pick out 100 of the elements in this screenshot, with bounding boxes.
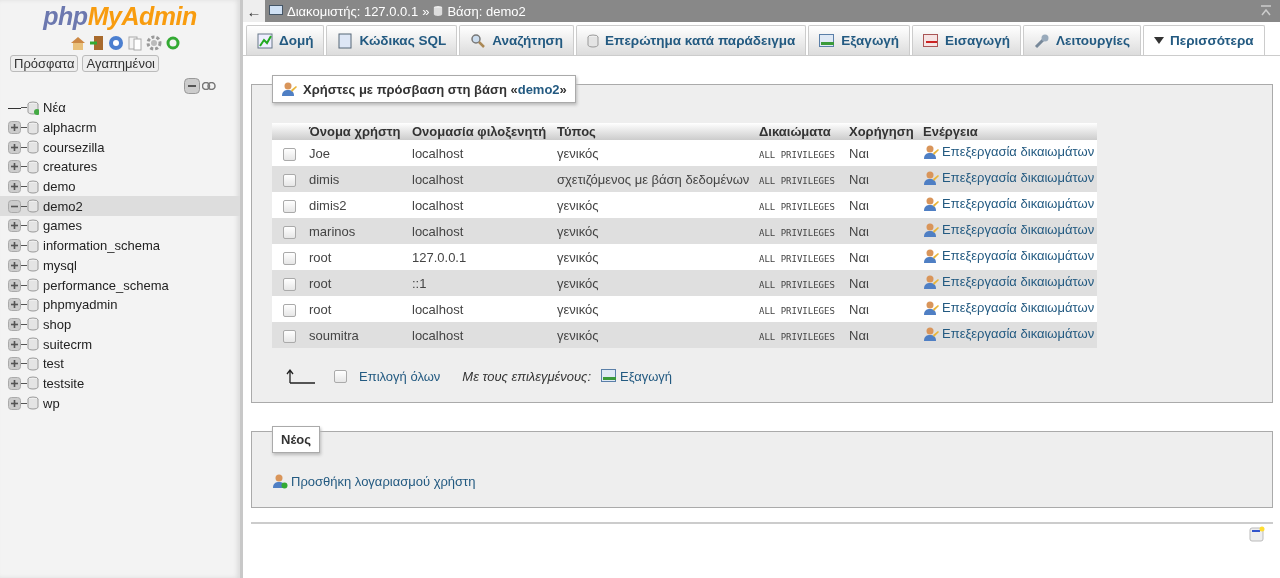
- database-icon: [27, 317, 39, 332]
- expand-icon[interactable]: [8, 396, 21, 410]
- edit-privileges-link[interactable]: Επεξεργασία δικαιωμάτων: [923, 247, 1095, 264]
- table-cell-text: Ναι: [848, 223, 870, 239]
- tree-item[interactable]: phpmyadmin: [0, 294, 240, 315]
- checkbox[interactable]: [283, 147, 296, 161]
- tree-label[interactable]: alphacrm: [43, 120, 97, 136]
- select-all-link[interactable]: Επιλογή όλων: [359, 368, 441, 384]
- tree-label[interactable]: suitecrm: [43, 336, 93, 352]
- expand-icon[interactable]: [8, 376, 21, 390]
- tree-item[interactable]: coursezilla: [0, 137, 240, 158]
- expand-icon[interactable]: [8, 140, 21, 154]
- tab[interactable]: Επερώτημα κατά παράδειγμα: [576, 25, 807, 55]
- tree-label[interactable]: demo2: [43, 198, 83, 214]
- edit-privileges-link[interactable]: Επεξεργασία δικαιωμάτων: [923, 221, 1095, 238]
- checkbox[interactable]: [283, 173, 296, 187]
- tree-item[interactable]: suitecrm: [0, 334, 240, 354]
- tree-item[interactable]: wp: [0, 393, 240, 413]
- collapse-icon[interactable]: [8, 199, 21, 213]
- tree-label[interactable]: performance_schema: [43, 277, 169, 293]
- window-icon[interactable]: [1249, 526, 1265, 542]
- tree-label[interactable]: information_schema: [43, 238, 161, 254]
- tree-label[interactable]: creatures: [43, 159, 98, 175]
- home-icon[interactable]: [69, 35, 86, 51]
- edit-privileges-link[interactable]: Επεξεργασία δικαιωμάτων: [923, 325, 1095, 342]
- link-icon[interactable]: [202, 82, 216, 90]
- tree-label[interactable]: mysql: [43, 257, 77, 273]
- tree-label[interactable]: games: [43, 218, 83, 234]
- tree-item[interactable]: games: [0, 216, 240, 236]
- edit-privileges-link[interactable]: Επεξεργασία δικαιωμάτων: [923, 143, 1095, 160]
- breadcrumb-separator: »: [422, 3, 430, 19]
- export-link[interactable]: Εξαγωγή: [601, 368, 673, 384]
- expand-icon[interactable]: [8, 219, 21, 233]
- checkbox[interactable]: [283, 225, 296, 239]
- help-icon[interactable]: [107, 35, 124, 51]
- tab[interactable]: Δομή: [246, 25, 325, 55]
- checkbox[interactable]: [283, 277, 296, 291]
- checkbox[interactable]: [283, 251, 296, 265]
- checkbox[interactable]: [283, 303, 296, 317]
- edit-privileges-link[interactable]: Επεξεργασία δικαιωμάτων: [923, 299, 1095, 316]
- expand-icon[interactable]: [8, 317, 21, 331]
- import-icon: [923, 33, 940, 48]
- tab[interactable]: Εξαγωγή: [808, 25, 911, 55]
- collapse-all-icon[interactable]: [184, 78, 200, 94]
- tree-item[interactable]: demo: [0, 176, 240, 197]
- exit-door-icon[interactable]: [88, 35, 105, 51]
- database-icon: [27, 140, 39, 155]
- sidebar-tab[interactable]: Πρόσφατα: [10, 55, 79, 72]
- tab[interactable]: Αναζήτηση: [459, 25, 575, 55]
- tree-item[interactable]: creatures: [0, 157, 240, 177]
- sidebar-tab[interactable]: Αγαπημένοι: [82, 55, 159, 72]
- edit-privileges-link[interactable]: Επεξεργασία δικαιωμάτων: [923, 195, 1095, 212]
- checkbox[interactable]: [283, 199, 296, 213]
- expand-icon[interactable]: [8, 239, 21, 253]
- tree-item[interactable]: testsite: [0, 373, 240, 394]
- tree-item[interactable]: alphacrm: [0, 117, 240, 138]
- database-icon: [27, 159, 39, 174]
- tab[interactable]: Λειτουργίες: [1023, 25, 1141, 55]
- tree-label[interactable]: wp: [43, 395, 60, 411]
- tab[interactable]: Κώδικας SQL: [326, 25, 458, 55]
- tree-label[interactable]: testsite: [43, 375, 85, 391]
- column-header: Τύπος: [556, 123, 597, 140]
- expand-icon[interactable]: [8, 298, 21, 312]
- checkbox[interactable]: [283, 329, 296, 343]
- expand-icon[interactable]: [8, 160, 21, 174]
- table-cell-text: localhost: [411, 145, 465, 161]
- tab[interactable]: Εισαγωγή: [912, 25, 1021, 55]
- tab[interactable]: Περισσότερα: [1143, 25, 1265, 55]
- expand-icon[interactable]: [8, 278, 21, 292]
- table-cell-text: γενικός: [556, 275, 600, 291]
- edit-privileges-link[interactable]: Επεξεργασία δικαιωμάτων: [923, 169, 1095, 186]
- expand-icon[interactable]: [8, 337, 21, 351]
- tree-item[interactable]: Νέα: [0, 98, 240, 118]
- add-user-link[interactable]: Προσθήκη λογαριασμού χρήστη: [272, 473, 476, 489]
- checkbox[interactable]: [334, 369, 347, 383]
- tree-label[interactable]: Νέα: [43, 100, 66, 116]
- back-button[interactable]: ←: [243, 0, 265, 22]
- settings-icon[interactable]: [145, 35, 162, 51]
- expand-icon[interactable]: [8, 357, 21, 371]
- table-cell-text: localhost: [411, 171, 465, 187]
- expand-icon[interactable]: [8, 121, 21, 135]
- edit-privileges-link[interactable]: Επεξεργασία δικαιωμάτων: [923, 273, 1095, 290]
- reload-icon[interactable]: [164, 35, 181, 51]
- tree-item[interactable]: information_schema: [0, 235, 240, 256]
- tree-label[interactable]: test: [43, 356, 64, 372]
- tree-item[interactable]: demo2: [0, 196, 240, 217]
- logo[interactable]: phpMyAdmin: [0, 2, 240, 31]
- column-header: Όνομα χρήστη: [308, 123, 402, 140]
- tree-label[interactable]: phpmyadmin: [43, 297, 118, 313]
- tree-item[interactable]: test: [0, 353, 240, 374]
- tree-item[interactable]: shop: [0, 314, 240, 335]
- breadcrumb-link[interactable]: Βάση: demo2: [447, 3, 526, 19]
- breadcrumb-link[interactable]: Διακομιστής: 127.0.0.1: [287, 3, 419, 19]
- tree-item[interactable]: performance_schema: [0, 275, 240, 295]
- tree-label[interactable]: coursezilla: [43, 139, 105, 155]
- tree-label[interactable]: shop: [43, 316, 72, 332]
- expand-icon[interactable]: [8, 258, 21, 272]
- expand-icon[interactable]: [8, 180, 21, 194]
- tree-label[interactable]: demo: [43, 179, 76, 195]
- tree-item[interactable]: mysql: [0, 255, 240, 276]
